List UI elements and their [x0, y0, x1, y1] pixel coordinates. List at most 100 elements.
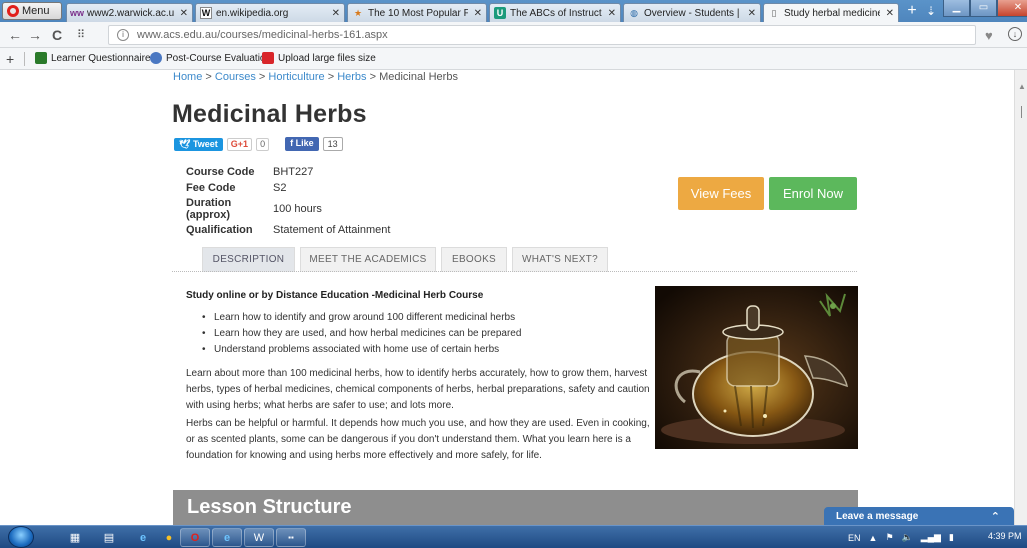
add-bookmark-icon[interactable]: + — [6, 51, 14, 67]
page-title: Medicinal Herbs — [172, 100, 367, 128]
network-alert-icon[interactable]: ⚑ — [885, 532, 893, 543]
tabs-divider — [172, 271, 857, 272]
list-item: Learn how to identify and grow around 10… — [202, 310, 521, 326]
herbal-tea-teapot-image — [655, 286, 858, 449]
bookmark-upload-large-files[interactable]: Upload large files size — [262, 52, 376, 64]
speed-dial-grid-icon[interactable]: ⠿ — [72, 26, 90, 44]
leave-a-message-widget[interactable]: Leave a message ⌃ — [824, 507, 1014, 525]
course-meta-table: Course Code BHT227 Fee Code S2 Duration … — [186, 164, 390, 238]
opera-taskbar-icon[interactable]: O — [180, 528, 210, 547]
google-plus-button[interactable]: G+1 — [226, 137, 253, 151]
tray-expand-icon[interactable]: ▲ — [869, 533, 878, 543]
enrol-now-button[interactable]: Enrol Now — [769, 177, 857, 210]
form-icon — [150, 52, 162, 64]
social-share-bar: 🕊 Tweet G+1 0 f Like 13 — [174, 137, 343, 151]
app-taskbar-icon[interactable]: ▪▪ — [276, 528, 306, 547]
google-plus-count: 0 — [256, 137, 270, 151]
minimize-icon[interactable]: ▁ — [943, 0, 970, 17]
tab-warwick[interactable]: ww www2.warwick.ac.uk ✕ — [66, 3, 193, 22]
facebook-like-button[interactable]: f Like — [285, 137, 319, 151]
battery-icon[interactable]: ▮ — [949, 532, 954, 543]
description-lead: Study online or by Distance Education -M… — [186, 290, 484, 301]
list-item: Learn how they are used, and how herbal … — [202, 326, 521, 342]
opera-menu-label: Menu — [22, 5, 50, 17]
volume-icon[interactable]: 🔈 — [902, 532, 913, 543]
breadcrumb-herbs[interactable]: Herbs — [337, 71, 366, 83]
breadcrumb-horticulture[interactable]: Horticulture — [268, 71, 324, 83]
lesson-structure-bar: Lesson Structure — [173, 490, 858, 525]
lesson-structure-heading: Lesson Structure — [187, 496, 352, 518]
description-paragraph-1: Learn about more than 100 medicinal herb… — [186, 368, 650, 411]
file-explorer-icon[interactable]: ▤ — [94, 528, 124, 547]
meta-row-duration: Duration (approx) 100 hours — [186, 197, 322, 221]
heart-icon[interactable]: ♥ — [985, 28, 993, 43]
signal-icon[interactable]: ▂▄▆ — [921, 532, 941, 543]
tab-close-icon[interactable]: ✕ — [748, 8, 756, 19]
udemy-icon: U — [494, 7, 506, 19]
download-icon[interactable]: ↓ — [1008, 27, 1022, 41]
tab-close-icon[interactable]: ✕ — [886, 8, 894, 19]
scroll-thumb[interactable] — [1021, 106, 1022, 118]
tab-description[interactable]: DESCRIPTION — [202, 247, 295, 272]
window-controls: ▁ ▭ ✕ — [943, 0, 1027, 17]
tab-menu-button[interactable]: ⇣ — [922, 3, 940, 21]
reload-icon[interactable]: C — [48, 26, 66, 44]
tab-whats-next[interactable]: WHAT'S NEXT? — [512, 247, 608, 272]
facebook-icon: f — [290, 138, 294, 148]
tab-meet-the-academics[interactable]: MEET THE ACADEMICS — [300, 247, 436, 272]
description-paragraph-2: Herbs can be helpful or harmful. It depe… — [186, 418, 650, 461]
new-tab-button[interactable]: + — [903, 3, 921, 21]
scroll-up-icon[interactable]: ▲ — [1018, 82, 1026, 91]
address-bar: ← → C ⠿ i www.acs.edu.au/courses/medicin… — [0, 22, 1027, 48]
url-text: www.acs.edu.au/courses/medicinal-herbs-1… — [137, 29, 388, 41]
page-scrollbar[interactable]: ▲ — [1014, 70, 1027, 525]
edge-taskbar-icon[interactable]: e — [212, 528, 242, 547]
start-button[interactable] — [8, 526, 34, 548]
browser-tab-strip: Menu ww www2.warwick.ac.uk ✕ W en.wikipe… — [0, 0, 1027, 23]
chevron-up-icon[interactable]: ⌃ — [991, 507, 1000, 525]
tab-close-icon[interactable]: ✕ — [180, 8, 188, 19]
breadcrumb: Home > Courses > Horticulture > Herbs > … — [173, 71, 458, 83]
tab-close-icon[interactable]: ✕ — [474, 8, 482, 19]
chat-widget-label: Leave a message — [836, 511, 919, 522]
tab-ebooks[interactable]: EBOOKS — [441, 247, 507, 272]
tab-study-herbal-medicine[interactable]: ▯ Study herbal medicine on ✕ — [763, 3, 899, 23]
description-bullets: Learn how to identify and grow around 10… — [202, 310, 521, 358]
opera-menu-button[interactable]: Menu — [2, 2, 62, 20]
maximize-icon[interactable]: ▭ — [970, 0, 997, 17]
close-window-icon[interactable]: ✕ — [997, 0, 1027, 17]
forward-arrow-icon[interactable]: → — [26, 26, 44, 44]
facebook-like-count: 13 — [322, 137, 343, 151]
globe-icon: ◍ — [630, 7, 638, 18]
warwick-icon: ww — [70, 8, 85, 18]
show-desktop-icon[interactable]: ▦ — [60, 528, 90, 547]
survey-icon — [35, 52, 47, 64]
breadcrumb-courses[interactable]: Courses — [215, 71, 256, 83]
youtube-icon — [262, 52, 274, 64]
word-taskbar-icon[interactable]: W — [244, 528, 274, 547]
breadcrumb-current: Medicinal Herbs — [379, 71, 458, 83]
site-info-icon[interactable]: i — [117, 29, 129, 41]
view-fees-button[interactable]: View Fees — [678, 177, 764, 210]
tab-overview-students[interactable]: ◍ Overview - Students | Onl ✕ — [623, 3, 761, 22]
tab-wikipedia[interactable]: W en.wikipedia.org ✕ — [195, 3, 345, 22]
url-input[interactable]: i www.acs.edu.au/courses/medicinal-herbs… — [108, 25, 976, 45]
tab-close-icon[interactable]: ✕ — [608, 8, 616, 19]
tab-popular-free[interactable]: ★ The 10 Most Popular Free ✕ — [347, 3, 487, 22]
meta-row-qualification: Qualification Statement of Attainment — [186, 224, 391, 236]
windows-taskbar: ▦ ▤ e ● O e W ▪▪ EN ▲ ⚑ 🔈 ▂▄▆ ▮ 4:39 PM — [0, 525, 1027, 548]
tweet-button[interactable]: 🕊 Tweet — [174, 137, 223, 151]
back-arrow-icon[interactable]: ← — [6, 26, 24, 44]
tab-abcs-instructional[interactable]: U The ABCs of Instructional ✕ — [489, 3, 621, 22]
bookmarks-bar: + Learner Questionnaire Post-Course Eval… — [0, 48, 1027, 70]
language-indicator[interactable]: EN — [848, 533, 861, 543]
taskbar-clock[interactable]: 4:39 PM — [988, 531, 1022, 541]
bookmarks-divider — [24, 52, 25, 66]
bookmark-post-course-evaluation[interactable]: Post-Course Evaluatio — [150, 52, 266, 64]
bookmark-learner-questionnaire[interactable]: Learner Questionnaire — [35, 52, 151, 64]
tab-close-icon[interactable]: ✕ — [332, 8, 340, 19]
wikipedia-icon: W — [200, 7, 212, 19]
twitter-bird-icon: 🕊 — [179, 138, 191, 149]
breadcrumb-home[interactable]: Home — [173, 71, 202, 83]
article-icon: ★ — [353, 7, 363, 18]
